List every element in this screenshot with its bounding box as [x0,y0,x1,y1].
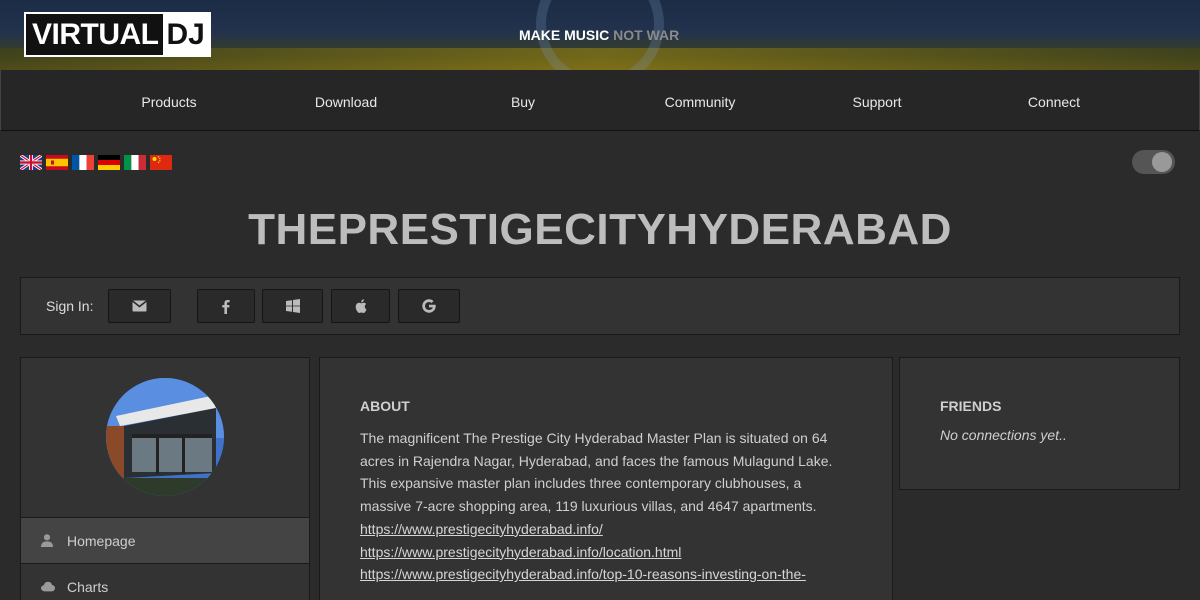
toggle-knob [1152,152,1172,172]
about-link[interactable]: https://www.prestigecityhyderabad.info/t… [360,563,855,586]
signin-email-button[interactable] [108,289,171,323]
theme-toggle[interactable] [1132,150,1175,174]
signin-google-button[interactable] [398,289,460,323]
page-title: THEPRESTIGECITYHYDERABAD [248,205,952,254]
friends-panel: FRIENDS No connections yet.. [899,357,1180,490]
cloud-icon [41,580,55,594]
virtualdj-logo[interactable]: VIRTUAL DJ [24,12,211,57]
facebook-icon [222,299,230,314]
header-banner: VIRTUAL DJ MAKE MUSIC NOT WAR [0,0,1200,70]
signin-apple-button[interactable] [331,289,390,323]
nav-connect[interactable]: Connect [1028,70,1080,131]
about-text: The magnificent The Prestige City Hydera… [360,430,833,515]
spanish-flag-icon[interactable] [46,155,68,170]
email-icon [132,300,147,312]
signin-label: Sign In: [46,298,94,314]
user-icon [41,534,55,548]
nav-download[interactable]: Download [315,70,377,131]
sidebar-item-homepage[interactable]: Homepage [21,518,309,564]
nav-products[interactable]: Products [141,70,196,131]
language-selector [20,155,172,170]
main-nav: Products Download Buy Community Support … [0,70,1200,131]
italian-flag-icon[interactable] [124,155,146,170]
about-section: ABOUT The magnificent The Prestige City … [360,398,855,586]
friends-section: FRIENDS No connections yet.. [940,398,1067,443]
chinese-flag-icon[interactable] [150,155,172,170]
avatar[interactable] [106,378,224,496]
apple-icon [355,299,366,313]
google-icon [422,299,436,313]
sidebar-item-label: Charts [67,578,109,595]
about-link[interactable]: https://www.prestigecityhyderabad.info/l… [360,541,855,564]
about-heading: ABOUT [360,398,410,414]
sidebar-item-charts[interactable]: Charts [21,564,309,600]
english-flag-icon[interactable] [20,155,42,170]
about-panel: ABOUT The magnificent The Prestige City … [319,357,893,600]
nav-buy[interactable]: Buy [511,70,535,131]
profile-sidebar: Homepage Charts [20,357,310,600]
logo-text-dj: DJ [162,14,209,55]
nav-community[interactable]: Community [665,70,736,131]
logo-text-virtual: VIRTUAL [26,14,163,55]
signin-bar: Sign In: [20,277,1180,335]
signin-facebook-button[interactable] [197,289,255,323]
slogan: MAKE MUSIC NOT WAR [519,27,679,43]
french-flag-icon[interactable] [72,155,94,170]
avatar-container [21,358,309,518]
german-flag-icon[interactable] [98,155,120,170]
slogan-accent: NOT WAR [613,27,680,43]
nav-support[interactable]: Support [852,70,901,131]
sidebar-item-label: Homepage [67,532,136,549]
friends-empty-text: No connections yet.. [940,427,1067,443]
signin-windows-button[interactable] [262,289,323,323]
slogan-main: MAKE MUSIC [519,27,610,43]
about-link[interactable]: https://www.prestigecityhyderabad.info/ [360,518,855,541]
windows-icon [285,299,300,313]
friends-heading: FRIENDS [940,398,1002,414]
